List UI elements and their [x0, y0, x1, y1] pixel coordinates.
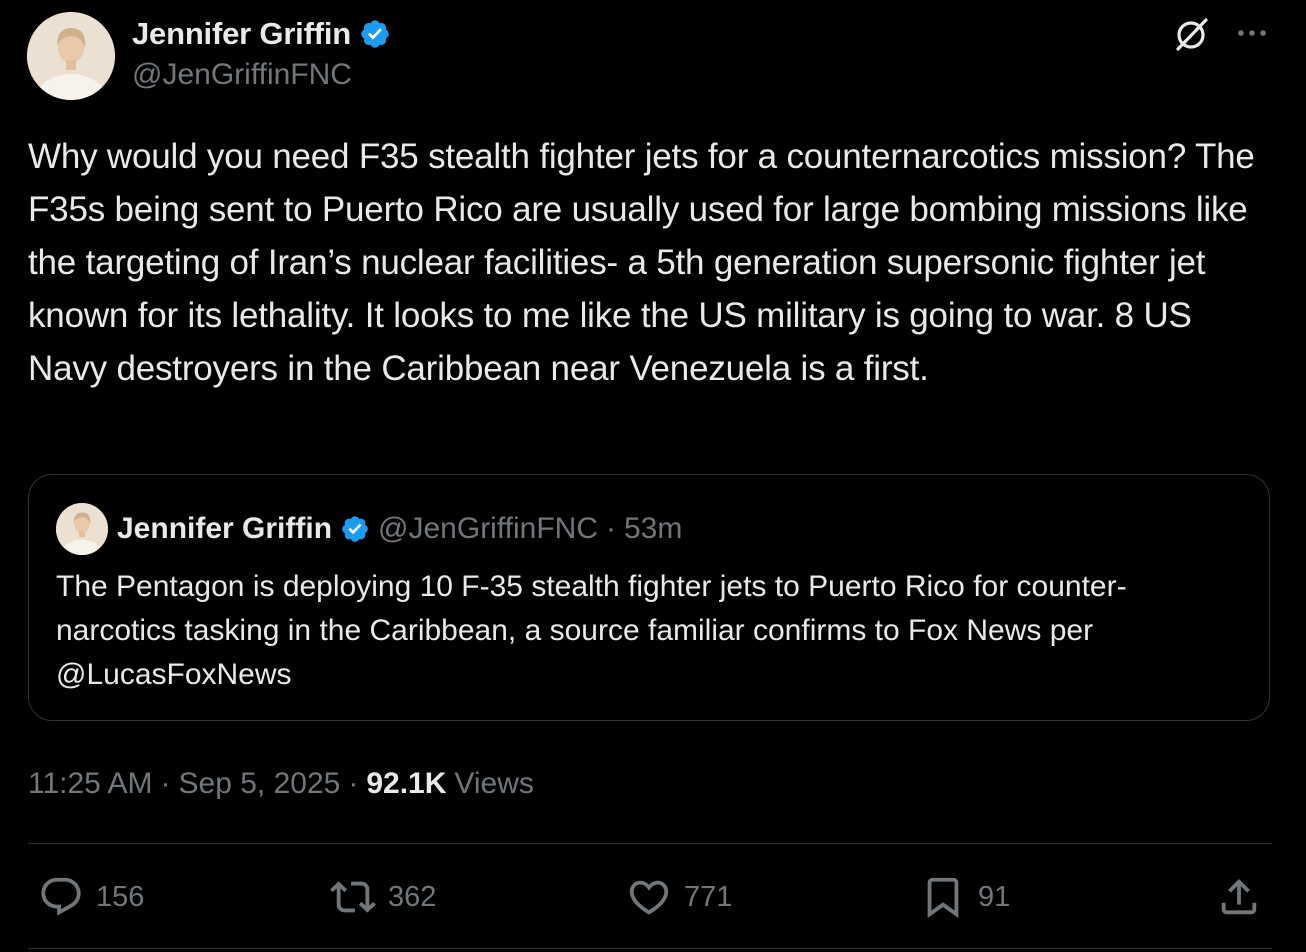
author-avatar[interactable] [27, 12, 115, 100]
action-bar: 156 362 771 91 [0, 866, 1306, 928]
more-options-icon[interactable] [1232, 18, 1272, 48]
quoted-separator: · [605, 512, 616, 545]
author-name-row: Jennifer Griffin [132, 14, 391, 54]
reply-button[interactable]: 156 [38, 866, 144, 928]
quoted-author-handle: @JenGriffinFNC [378, 512, 598, 545]
verified-badge-icon[interactable] [359, 18, 391, 50]
author-handle[interactable]: @JenGriffinFNC [132, 58, 352, 92]
quoted-author-name: Jennifer Griffin [117, 512, 333, 545]
grok-icon[interactable] [1172, 14, 1212, 54]
bookmark-icon [920, 874, 966, 920]
divider [28, 948, 1272, 949]
reply-icon [38, 874, 84, 920]
views-count: 92.1K [366, 767, 447, 800]
reply-count: 156 [96, 880, 145, 913]
quoted-tweet-card[interactable]: Jennifer Griffin @JenGriffinFNC · 53m Th… [28, 474, 1270, 721]
heart-icon [626, 874, 672, 920]
repost-icon [330, 874, 376, 920]
quoted-tweet-text: The Pentagon is deploying 10 F-35 stealt… [56, 570, 1127, 691]
like-button[interactable]: 771 [626, 866, 732, 928]
bookmark-count: 91 [978, 880, 1011, 913]
share-icon [1216, 874, 1262, 920]
like-count: 771 [684, 880, 733, 913]
views-label: Views [454, 767, 534, 800]
quoted-author-avatar [56, 503, 108, 555]
tweet-text: Why would you need F35 stealth fighter j… [28, 137, 1255, 388]
tweet-meta: 11:25 AM · Sep 5, 2025 · 92.1K Views [28, 762, 534, 806]
share-button[interactable] [1216, 866, 1262, 928]
repost-count: 362 [388, 880, 437, 913]
author-name[interactable]: Jennifer Griffin [132, 16, 351, 52]
bookmark-button[interactable]: 91 [920, 866, 1010, 928]
meta-separator: · [348, 767, 359, 800]
quoted-timestamp: 53m [623, 512, 683, 545]
divider [28, 843, 1272, 844]
meta-separator: · [160, 767, 171, 800]
tweet-time[interactable]: 11:25 AM [28, 767, 153, 801]
quoted-verified-badge-icon [340, 514, 370, 544]
tweet-detail: Jennifer Griffin @JenGriffinFNC Why woul… [0, 0, 1306, 952]
repost-button[interactable]: 362 [330, 866, 436, 928]
tweet-date[interactable]: Sep 5, 2025 [179, 767, 341, 801]
quoted-tweet-header: Jennifer Griffin @JenGriffinFNC · 53m [117, 509, 682, 549]
